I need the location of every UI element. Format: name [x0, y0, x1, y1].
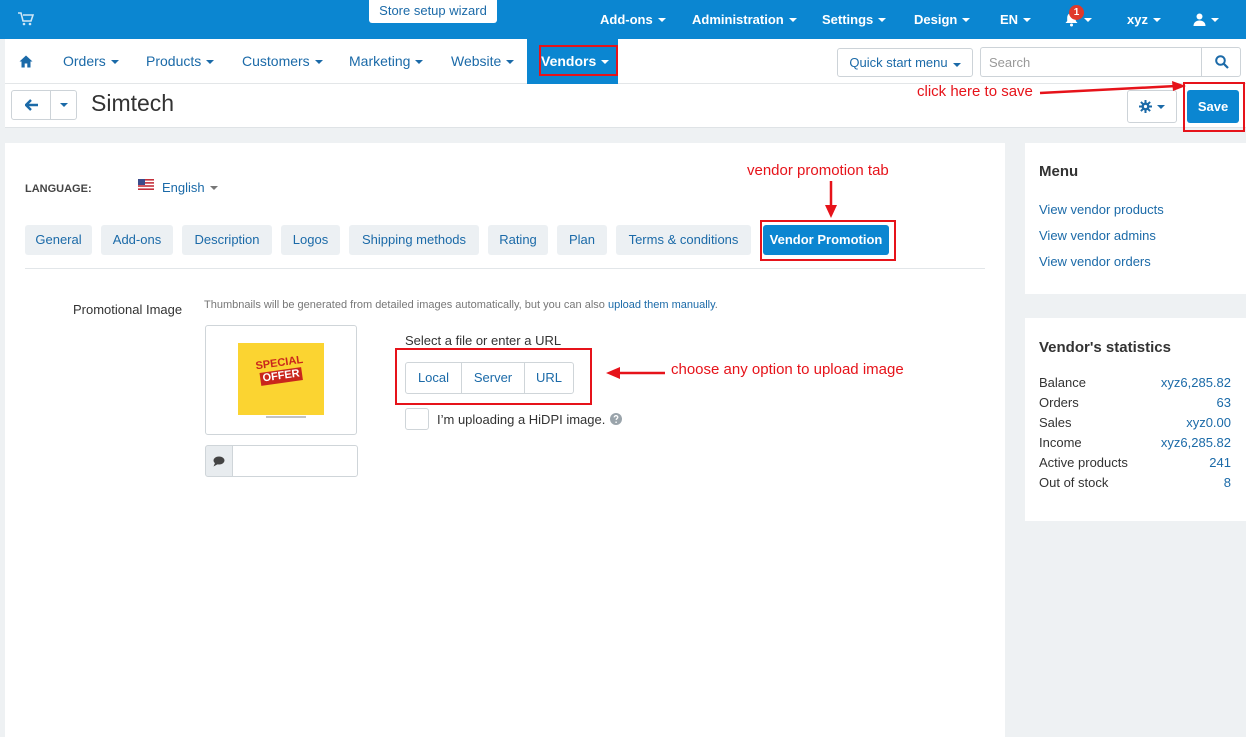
arrow-head-tab [825, 205, 837, 218]
arrow-head-save [1172, 81, 1186, 91]
arrow-to-save [1039, 84, 1177, 95]
arrow-head-upload [606, 367, 620, 379]
annotation-arrows [606, 81, 1186, 379]
